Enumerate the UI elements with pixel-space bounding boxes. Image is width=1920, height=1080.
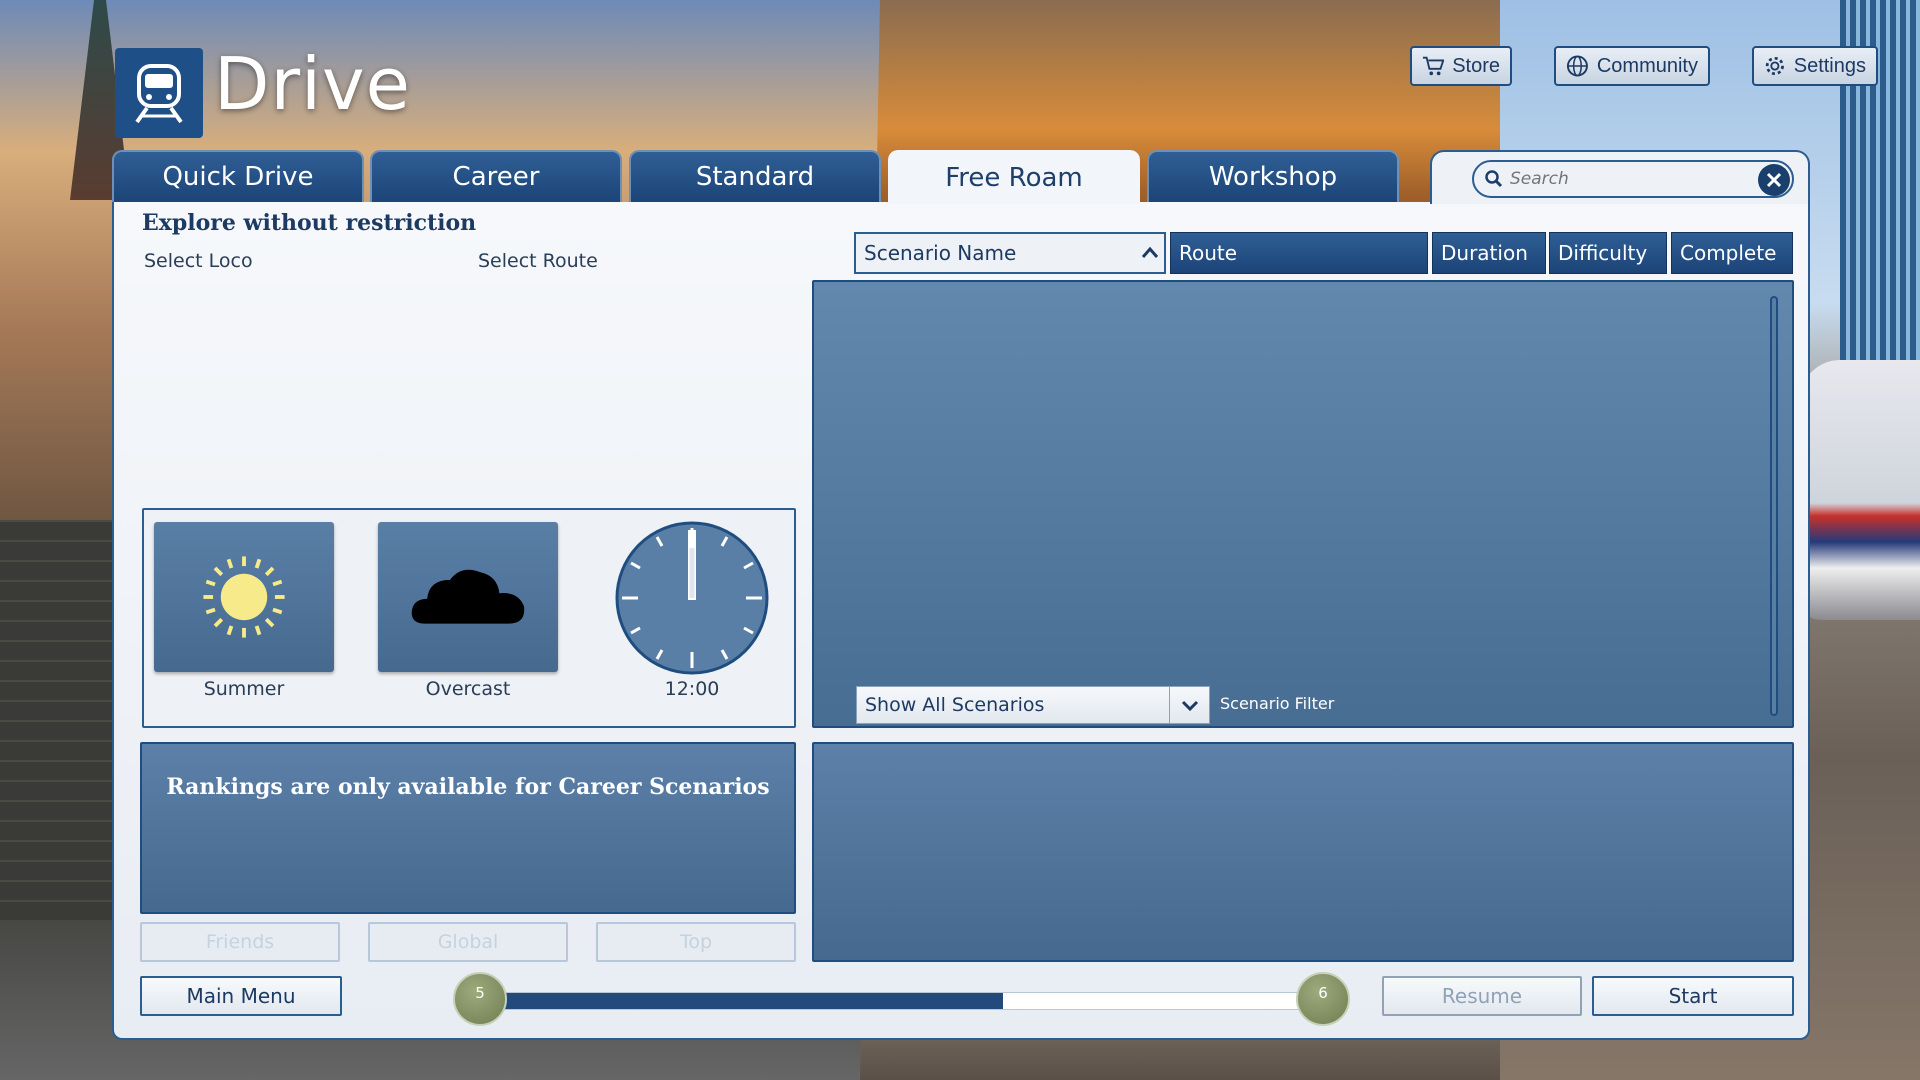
search-area (1430, 150, 1810, 204)
clock-icon (615, 521, 769, 675)
column-scenario-name[interactable]: Scenario Name (854, 232, 1166, 274)
column-label: Duration (1441, 241, 1528, 265)
chevron-down-icon (1181, 700, 1198, 712)
column-route[interactable]: Route (1170, 232, 1428, 274)
tab-label: Workshop (1208, 162, 1338, 192)
resume-button[interactable]: Resume (1382, 976, 1582, 1016)
time-selector[interactable] (614, 520, 770, 676)
scenario-filter-label: Scenario Filter (1220, 694, 1335, 713)
shopping-cart-icon (1422, 56, 1445, 76)
rankings-message: Rankings are only available for Career S… (166, 774, 770, 800)
store-button[interactable]: Store (1410, 46, 1512, 86)
friends-ranking-button[interactable]: Friends (140, 922, 340, 962)
globe-icon (1566, 55, 1588, 77)
gear-icon (1765, 56, 1784, 76)
global-ranking-button[interactable]: Global (368, 922, 568, 962)
progress-fill (481, 993, 1003, 1009)
settings-label: Settings (1793, 54, 1866, 77)
tab-workshop[interactable]: Workshop (1147, 150, 1399, 202)
column-complete[interactable]: Complete (1671, 232, 1793, 274)
column-label: Difficulty (1558, 241, 1648, 265)
weather-label: Overcast (425, 678, 511, 700)
time-label: 12:00 (664, 678, 720, 700)
train-logo-icon (115, 48, 203, 138)
search-icon (1485, 170, 1503, 188)
top-ranking-button[interactable]: Top (596, 922, 796, 962)
progress-knob-end[interactable]: 6 (1296, 972, 1350, 1026)
select-loco-link[interactable]: Select Loco (144, 250, 253, 272)
column-difficulty[interactable]: Difficulty (1549, 232, 1667, 274)
rankings-panel: Rankings are only available for Career S… (140, 742, 796, 914)
tab-career[interactable]: Career (370, 150, 622, 202)
column-label: Route (1179, 241, 1238, 265)
cloud-icon (411, 569, 525, 624)
chevron-up-icon (1141, 246, 1159, 258)
tab-standard[interactable]: Standard (629, 150, 881, 202)
weather-selector[interactable] (378, 522, 558, 672)
settings-button[interactable]: Settings (1752, 46, 1878, 86)
dropdown-toggle[interactable] (1169, 687, 1209, 723)
progress-track[interactable] (480, 992, 1330, 1010)
page-subtitle: Explore without restriction (142, 210, 477, 236)
sun-icon (203, 556, 285, 638)
scenario-list[interactable] (812, 280, 1794, 728)
tab-label: Quick Drive (162, 162, 314, 192)
tab-label: Free Roam (945, 163, 1083, 193)
store-label: Store (1452, 54, 1500, 77)
app-title: Drive (214, 42, 411, 126)
close-icon (1766, 172, 1782, 188)
column-label: Scenario Name (864, 241, 1017, 265)
community-button[interactable]: Community (1554, 46, 1710, 86)
search-field (1472, 160, 1794, 198)
clear-search-button[interactable] (1758, 164, 1790, 196)
scenario-filter-dropdown[interactable]: Show All Scenarios (856, 686, 1210, 724)
tab-label: Standard (695, 162, 815, 192)
search-input[interactable] (1510, 169, 1740, 189)
tab-quick-drive[interactable]: Quick Drive (112, 150, 364, 202)
progress-knob-start[interactable]: 5 (453, 972, 507, 1026)
select-route-link[interactable]: Select Route (478, 250, 598, 272)
tab-label: Career (452, 162, 540, 192)
filter-value: Show All Scenarios (865, 694, 1045, 716)
main-menu-button[interactable]: Main Menu (140, 976, 342, 1016)
season-selector[interactable] (154, 522, 334, 672)
scenario-details-panel (812, 742, 1794, 962)
scrollbar[interactable] (1770, 296, 1778, 716)
column-duration[interactable]: Duration (1432, 232, 1546, 274)
environment-settings: Summer Overcast 12:00 (142, 508, 796, 728)
train-image (1800, 360, 1920, 620)
start-button[interactable]: Start (1592, 976, 1794, 1016)
community-label: Community (1596, 54, 1698, 77)
tab-free-roam[interactable]: Free Roam (888, 150, 1140, 204)
column-label: Complete (1680, 241, 1777, 265)
season-label: Summer (203, 678, 285, 700)
